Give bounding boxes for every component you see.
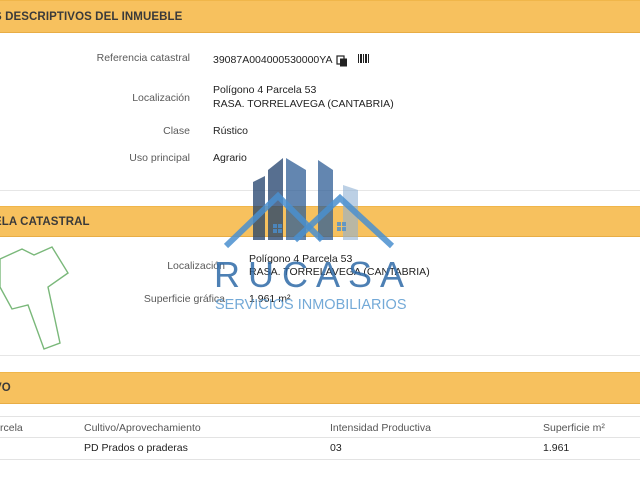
section-title: VO bbox=[0, 382, 11, 394]
table-divider bbox=[0, 416, 640, 417]
clase-label: Clase bbox=[163, 125, 190, 137]
table-divider bbox=[0, 459, 640, 460]
col-header-cultivo: Cultivo/Aprovechamiento bbox=[84, 422, 201, 434]
superficie-grafica-value: 1.961 m² bbox=[249, 293, 291, 305]
uso-principal-label: Uso principal bbox=[129, 152, 190, 164]
datos-descriptivos-panel: Referencia catastral 39087A004000530000Y… bbox=[0, 33, 640, 191]
barcode-icon[interactable] bbox=[357, 52, 371, 64]
section-header-cultivo: VO bbox=[0, 372, 640, 404]
section-header-datos-descriptivos: S DESCRIPTIVOS DEL INMUEBLE bbox=[0, 0, 640, 33]
col-header-parcela: rcela bbox=[0, 422, 23, 434]
parcel-map-shape bbox=[0, 246, 69, 350]
localizacion-line2: RASA. TORRELAVEGA (CANTABRIA) bbox=[213, 98, 394, 110]
cultivo-table: rcela Cultivo/Aprovechamiento Intensidad… bbox=[0, 404, 640, 480]
section-header-parcela-catastral: ELA CATASTRAL bbox=[0, 206, 640, 237]
section-title: ELA CATASTRAL bbox=[0, 215, 90, 228]
ref-catastral-label: Referencia catastral bbox=[96, 52, 190, 64]
ref-catastral-value[interactable]: 39087A004000530000YA bbox=[213, 54, 333, 66]
section-title: S DESCRIPTIVOS DEL INMUEBLE bbox=[0, 10, 183, 23]
parcela-localizacion-label: Localización bbox=[167, 260, 225, 272]
superficie-grafica-label: Superficie gráfica bbox=[143, 293, 225, 305]
col-header-superficie: Superficie m² bbox=[543, 422, 605, 434]
parcela-localizacion-line2: RASA. TORRELAVEGA (CANTABRIA) bbox=[249, 266, 430, 278]
uso-principal-value: Agrario bbox=[213, 152, 247, 164]
localizacion-line1: Polígono 4 Parcela 53 bbox=[213, 84, 317, 96]
cell-cultivo: PD Prados o praderas bbox=[84, 442, 188, 454]
localizacion-label: Localización bbox=[132, 92, 190, 104]
copy-icon[interactable] bbox=[336, 54, 348, 67]
parcela-localizacion-line1: Polígono 4 Parcela 53 bbox=[249, 253, 353, 265]
table-divider bbox=[0, 437, 640, 438]
parcela-catastral-panel: Localización Polígono 4 Parcela 53 RASA.… bbox=[0, 237, 640, 356]
col-header-intensidad: Intensidad Productiva bbox=[330, 422, 431, 434]
cell-intensidad: 03 bbox=[330, 442, 342, 454]
clase-value: Rústico bbox=[213, 125, 249, 137]
cell-superficie: 1.961 bbox=[543, 442, 570, 454]
